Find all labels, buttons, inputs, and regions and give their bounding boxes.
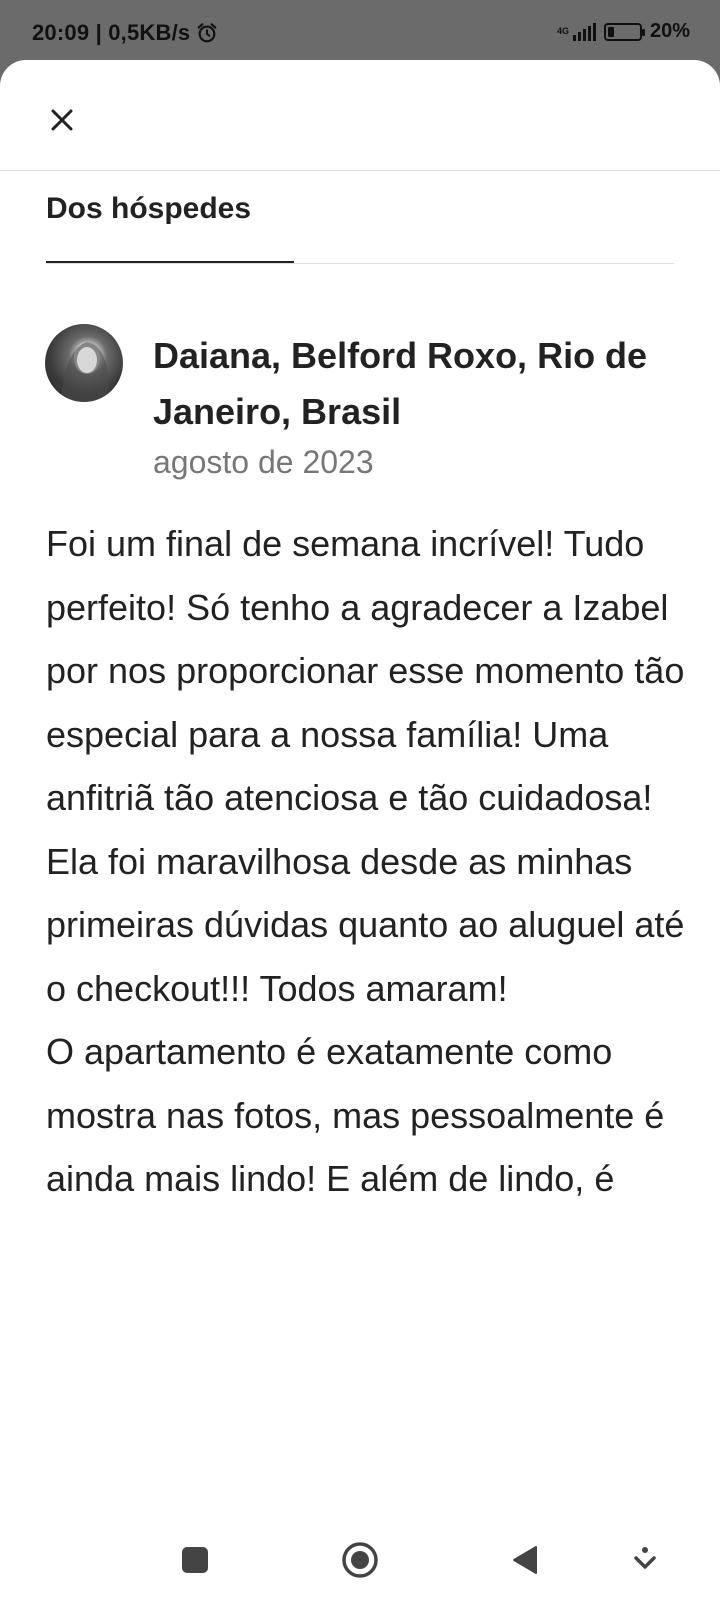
- tab-guests[interactable]: Dos hóspedes: [46, 192, 251, 226]
- alarm-icon: [198, 23, 217, 43]
- recents-button[interactable]: [175, 1540, 215, 1580]
- status-time-speed: 20:09 | 0,5KB/s: [32, 20, 191, 45]
- battery-icon: [603, 22, 645, 41]
- reviews-sheet: Dos hóspedes Daiana, Belford Roxo, Rio d…: [0, 60, 720, 1520]
- battery-percent: 20%: [649, 20, 690, 42]
- system-nav-bar: [0, 1520, 720, 1600]
- avatar-photo: [61, 342, 110, 402]
- scroll-fade: [0, 1480, 720, 1520]
- square-icon: [182, 1547, 208, 1573]
- header-divider: [0, 170, 720, 171]
- close-icon: [51, 109, 73, 131]
- tab-divider: [46, 263, 674, 264]
- close-button[interactable]: [42, 100, 82, 140]
- battery-fill: [607, 26, 614, 37]
- chevron-down-icon: [634, 1547, 656, 1569]
- signal-icon: [572, 22, 596, 41]
- review-text: Foi um final de semana incrível! Tudo pe…: [46, 523, 685, 1199]
- review-date: agosto de 2023: [153, 444, 374, 480]
- back-button[interactable]: [505, 1540, 545, 1580]
- back-triangle-icon: [513, 1546, 537, 1574]
- status-right: 4G 20%: [557, 20, 690, 43]
- avatar[interactable]: [45, 324, 123, 402]
- home-circle-icon: [342, 1542, 378, 1578]
- nav-extra-button[interactable]: [625, 1540, 665, 1580]
- network-label: 4G: [556, 26, 569, 36]
- reviewer-name: Daiana, Belford Roxo, Rio de Janeiro, Br…: [153, 335, 648, 432]
- status-bar: 20:09 | 0,5KB/s 4G 20%: [0, 0, 720, 60]
- home-button[interactable]: [340, 1540, 380, 1580]
- status-left: 20:09 | 0,5KB/s: [32, 20, 218, 46]
- network-type: 4G: [557, 27, 569, 36]
